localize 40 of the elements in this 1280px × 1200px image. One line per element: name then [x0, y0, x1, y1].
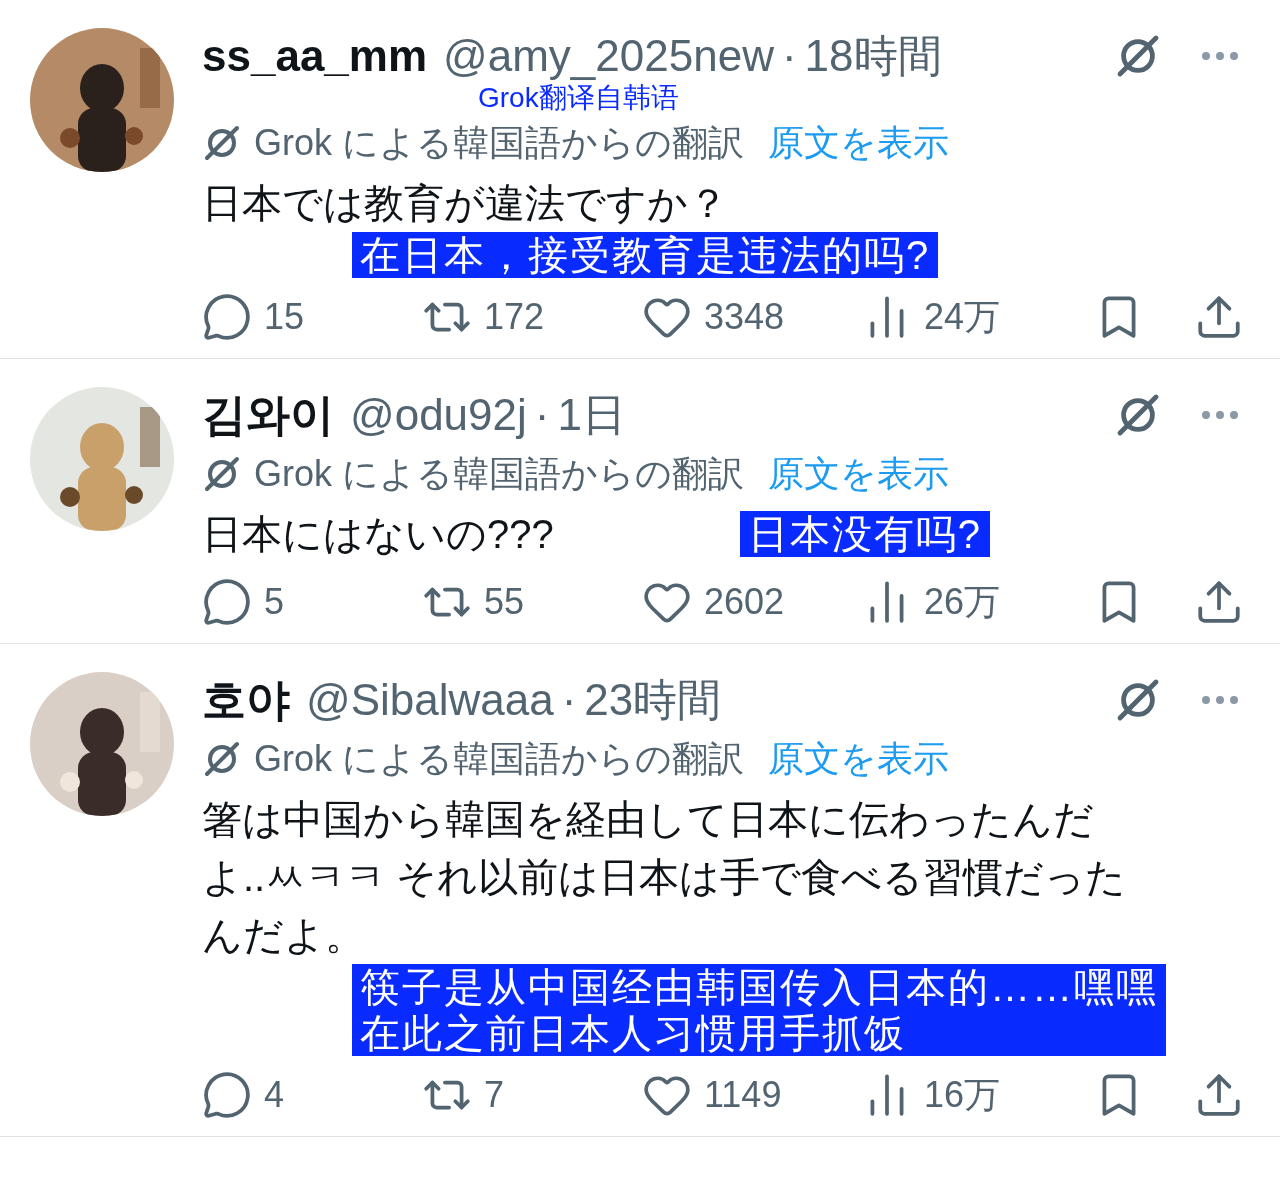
- stat-count: 26万: [924, 580, 1001, 624]
- separator-dot: ·: [561, 674, 577, 726]
- translation-overlay: 筷子是从中国经由韩国传入日本的……嘿嘿 在此之前日本人习惯用手抓饭: [352, 964, 1166, 1056]
- handle-and-time: @amy_2025new: [443, 30, 774, 82]
- stat-count: 5: [264, 580, 285, 624]
- tweet-text: 日本では教育が違法ですか？: [202, 180, 728, 227]
- reply-icon[interactable]: [202, 577, 252, 627]
- slash-circle-icon: [202, 454, 242, 494]
- post-time: 1日: [557, 389, 626, 441]
- display-name[interactable]: ss_aa_mm: [202, 28, 428, 84]
- stat-count: 24万: [924, 295, 1001, 339]
- tweet-text: 日本にはないの???: [202, 511, 554, 558]
- reply-icon[interactable]: [202, 292, 252, 342]
- separator-dot: ·: [781, 30, 797, 82]
- stat-count: 15: [264, 295, 305, 339]
- translation-overlay: 在日本，接受教育是违法的吗?: [352, 232, 939, 278]
- stat-count: 7: [484, 1073, 505, 1117]
- translation-overlay: 日本没有吗?: [739, 511, 990, 557]
- separator-dot: ·: [534, 389, 550, 441]
- stat-count: 172: [484, 295, 545, 339]
- translation-label: Grok による韓国語からの翻訳: [254, 737, 744, 781]
- display-name[interactable]: 호야: [202, 672, 290, 728]
- stat-count: 2602: [704, 580, 785, 624]
- slash-circle-icon: [202, 739, 242, 779]
- handle-and-time: @Sibalwaaa: [306, 674, 554, 726]
- display-name[interactable]: 김와이: [202, 387, 334, 443]
- stat-count: 3348: [704, 295, 785, 339]
- stat-count: 16万: [924, 1073, 1001, 1117]
- handle-and-time: @odu92j: [350, 389, 527, 441]
- translation-label: Grok による韓国語からの翻訳: [254, 452, 744, 496]
- stat-count: 1149: [704, 1073, 782, 1117]
- stat-count: 55: [484, 580, 525, 624]
- post-time: 23時間: [584, 674, 722, 726]
- annotation-text: Grok翻译自韩语: [478, 84, 679, 112]
- stat-count: 4: [264, 1073, 285, 1117]
- reply-icon[interactable]: [202, 1070, 252, 1120]
- slash-circle-icon: [202, 123, 242, 163]
- translation-label: Grok による韓国語からの翻訳: [254, 121, 744, 165]
- post-time: 18時間: [804, 30, 942, 82]
- tweet-text: 箸は中国から韓国を経由して日本に伝わったんだ よ..ㅆㅋㅋ それ以前は日本は手で食べる習慣だった んだよ。: [202, 796, 1127, 959]
